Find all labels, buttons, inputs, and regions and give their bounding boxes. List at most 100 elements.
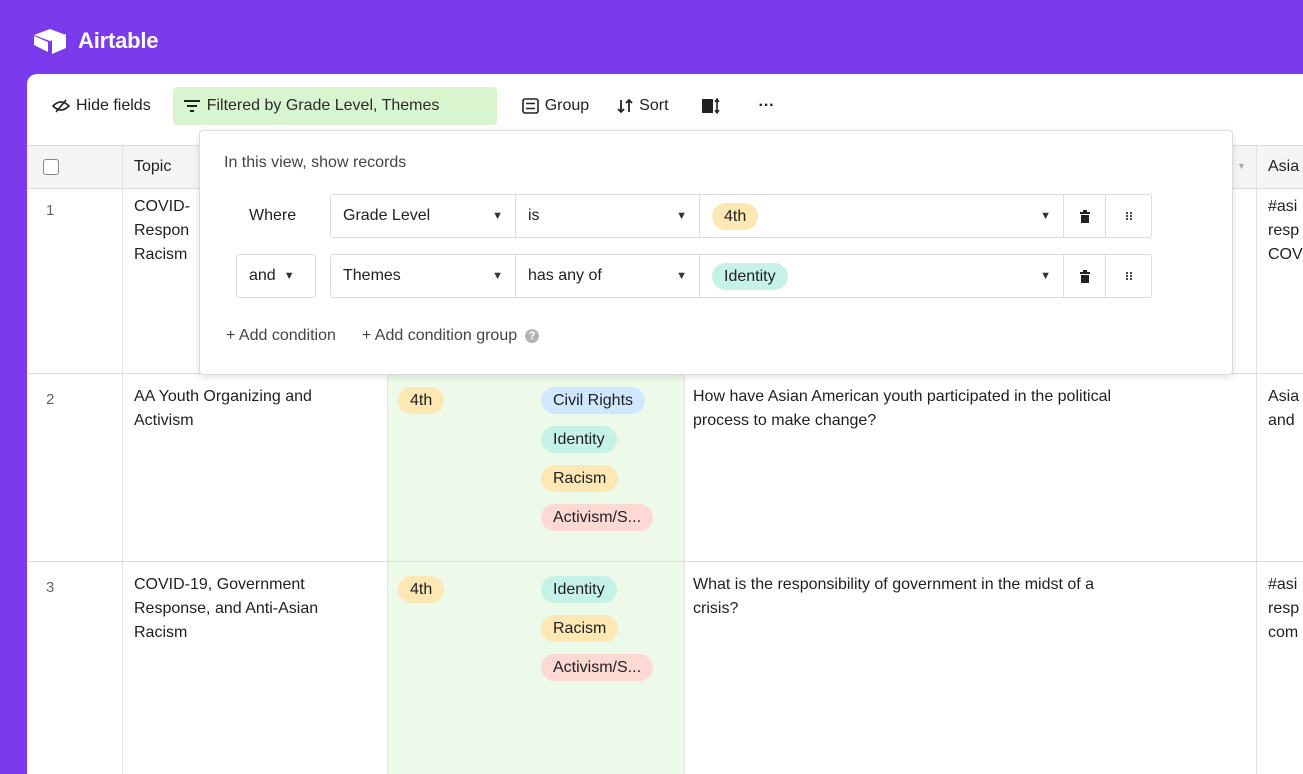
topic-cell[interactable]: COVID-19, Government Response, and Anti-… xyxy=(134,573,318,645)
grid-divider xyxy=(122,145,123,774)
cell-text-line: #asi xyxy=(1268,576,1298,593)
cell-text-line: What is the responsibility of government… xyxy=(693,576,1095,593)
group-button[interactable]: Group xyxy=(512,87,599,125)
help-icon[interactable]: ? xyxy=(525,328,540,343)
drag-handle-icon xyxy=(1125,211,1132,221)
topic-cell[interactable]: COVID- Respon Racism xyxy=(134,195,204,267)
grid-divider xyxy=(1256,145,1257,774)
cell-text-line: How have Asian American youth participat… xyxy=(693,388,1112,405)
operator-select-value: is xyxy=(528,207,540,224)
grade-level-cell[interactable]: 4th xyxy=(398,387,445,426)
filter-label: Filtered by Grade Level, Themes xyxy=(206,97,440,114)
operator-select[interactable]: is ▼ xyxy=(516,194,700,238)
last-column-cell[interactable]: Asia and xyxy=(1268,385,1299,433)
column-dropdown-icon[interactable]: ▼ xyxy=(1237,161,1246,171)
delete-condition-button[interactable] xyxy=(1064,254,1106,298)
cell-text-line: Asia xyxy=(1268,388,1300,405)
themes-cell[interactable]: Civil Rights Identity Racism Activism/S.… xyxy=(541,387,681,543)
cell-text-line: #asi xyxy=(1268,198,1298,215)
question-cell[interactable]: How have Asian American youth participat… xyxy=(693,385,1249,433)
value-select[interactable]: 4th ▼ xyxy=(700,194,1064,238)
grid-divider xyxy=(684,374,685,774)
filter-popover: In this view, show records Where Grade L… xyxy=(199,130,1233,375)
hide-fields-button[interactable]: Hide fields xyxy=(42,87,161,125)
sort-icon xyxy=(617,98,633,114)
theme-pill: Activism/S... xyxy=(541,654,654,681)
filter-icon xyxy=(183,100,200,112)
row-number: 1 xyxy=(46,202,55,219)
group-label: Group xyxy=(544,97,590,114)
themes-cell[interactable]: Identity Racism Activism/S... xyxy=(541,576,681,693)
operator-select[interactable]: has any of ▼ xyxy=(516,254,700,298)
chevron-down-icon: ▼ xyxy=(492,210,503,222)
topic-cell[interactable]: AA Youth Organizing and Activism xyxy=(134,385,312,433)
filter-condition: and ▼ Themes ▼ has any of ▼ Identity ▼ xyxy=(236,254,1152,298)
chevron-down-icon: ▼ xyxy=(283,270,295,282)
filter-button[interactable]: Filtered by Grade Level, Themes xyxy=(172,87,497,125)
cell-text-line: Respon xyxy=(134,222,190,239)
view-toolbar: Hide fields Filtered by Grade Level, The… xyxy=(27,74,1303,138)
cell-text-line: resp xyxy=(1268,222,1300,239)
field-select-value: Themes xyxy=(343,267,401,284)
conjunction-text: Where xyxy=(249,207,297,224)
airtable-logo[interactable]: Airtable xyxy=(30,24,159,58)
filter-popover-title: In this view, show records xyxy=(224,154,407,171)
cell-text-line: Racism xyxy=(134,624,188,641)
add-condition-button[interactable]: + Add condition xyxy=(226,327,336,345)
drag-handle[interactable] xyxy=(1106,194,1152,238)
add-actions: + Add condition + Add condition group? xyxy=(226,327,540,345)
drag-handle-icon xyxy=(1125,271,1132,281)
cell-text-line: COVID- xyxy=(134,198,190,215)
trash-icon xyxy=(1079,269,1090,283)
drag-handle[interactable] xyxy=(1106,254,1152,298)
cell-text-line: AA Youth Organizing and xyxy=(134,388,312,405)
grid-divider xyxy=(387,374,388,774)
cell-text-line: and xyxy=(1268,412,1295,429)
row-height-button[interactable] xyxy=(691,87,731,125)
column-header-topic[interactable]: Topic xyxy=(134,155,171,179)
sort-button[interactable]: Sort xyxy=(607,87,678,125)
sort-label: Sort xyxy=(639,97,669,114)
theme-pill: Identity xyxy=(541,576,617,603)
operator-select-value: has any of xyxy=(528,267,602,284)
chevron-down-icon: ▼ xyxy=(1040,210,1051,222)
chevron-down-icon: ▼ xyxy=(492,270,503,282)
question-cell[interactable]: What is the responsibility of government… xyxy=(693,573,1249,621)
conjunction-select[interactable]: and ▼ xyxy=(236,254,316,298)
conjunction-select-value: and xyxy=(249,267,276,284)
chevron-down-icon: ▼ xyxy=(676,210,687,222)
row-number: 2 xyxy=(46,391,55,408)
last-column-cell[interactable]: #asi resp COV xyxy=(1268,195,1303,267)
chevron-down-icon: ▼ xyxy=(676,270,687,282)
value-pill: 4th xyxy=(712,202,759,230)
field-select[interactable]: Themes ▼ xyxy=(330,254,516,298)
airtable-logo-icon xyxy=(34,29,66,54)
field-select[interactable]: Grade Level ▼ xyxy=(330,194,516,238)
grade-level-cell[interactable]: 4th xyxy=(398,576,445,615)
app-name: Airtable xyxy=(78,28,159,53)
cell-text-line: COVID-19, Government xyxy=(134,576,305,593)
chevron-down-icon: ▼ xyxy=(1040,270,1051,282)
theme-pill: Racism xyxy=(541,465,619,492)
delete-condition-button[interactable] xyxy=(1064,194,1106,238)
value-select[interactable]: Identity ▼ xyxy=(700,254,1064,298)
column-header-last[interactable]: Asia xyxy=(1268,155,1299,179)
conjunction-label: Where xyxy=(230,194,330,238)
row-divider xyxy=(27,561,1303,562)
last-column-cell[interactable]: #asi resp com xyxy=(1268,573,1299,645)
field-select-value: Grade Level xyxy=(343,207,431,224)
more-options-button[interactable]: ··· xyxy=(749,87,785,125)
select-all-checkbox[interactable] xyxy=(43,159,59,175)
theme-pill: Activism/S... xyxy=(541,504,654,531)
add-condition-group-label: + Add condition group xyxy=(361,327,518,344)
value-pill: Identity xyxy=(712,262,788,290)
add-condition-group-button[interactable]: + Add condition group? xyxy=(361,327,540,345)
cell-text-line: Activism xyxy=(134,412,194,429)
more-icon: ··· xyxy=(758,97,775,114)
row-height-icon xyxy=(701,98,720,114)
grade-pill: 4th xyxy=(398,387,445,414)
filter-condition: Where Grade Level ▼ is ▼ 4th ▼ xyxy=(230,194,1152,238)
group-icon xyxy=(521,98,539,114)
theme-pill: Racism xyxy=(541,615,619,642)
cell-text-line: resp xyxy=(1268,600,1300,617)
